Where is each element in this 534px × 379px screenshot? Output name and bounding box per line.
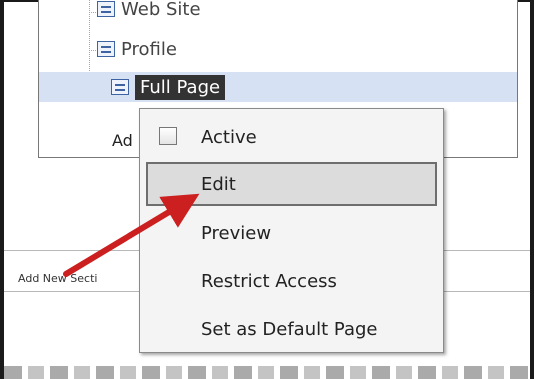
annotation-arrow-icon (63, 193, 200, 277)
